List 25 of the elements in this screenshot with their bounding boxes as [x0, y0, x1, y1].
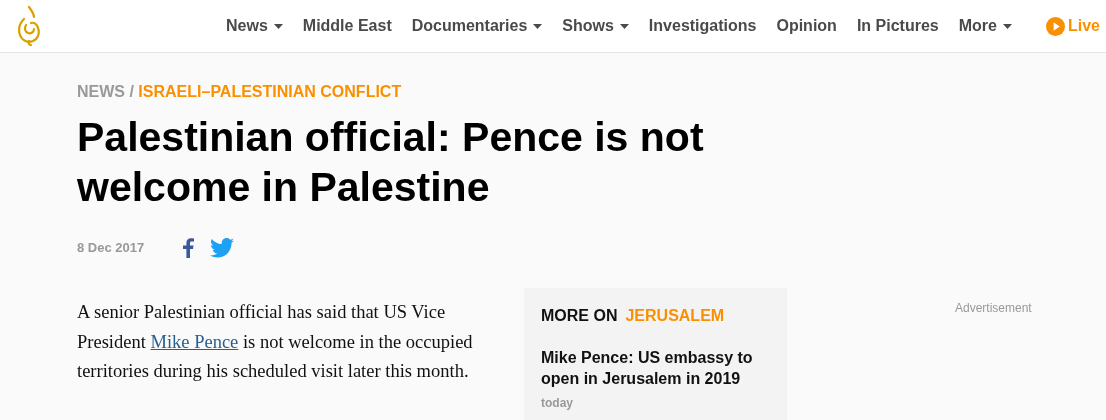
- bird-icon[interactable]: [210, 238, 235, 258]
- publish-date: 8 Dec 2017: [77, 239, 145, 258]
- nav-link[interactable]: Investigations: [638, 14, 767, 38]
- nav-link[interactable]: More: [948, 14, 1022, 38]
- story-time: today: [541, 396, 573, 410]
- nav-link[interactable]: News: [216, 14, 293, 38]
- advertisement-label: Advertisement: [955, 301, 1032, 315]
- headline: Palestinian official: Pence is not welcome in Palestine: [77, 113, 705, 212]
- story-link[interactable]: Mike Pence: US embassy to open in Jerusalem in 2019: [541, 347, 770, 389]
- caret-icon: [619, 23, 629, 29]
- caret-icon: [273, 23, 283, 29]
- play-icon: [1045, 16, 1065, 36]
- section-label: MORE ON: [541, 307, 618, 324]
- breadcrumb-separator: /: [129, 83, 134, 100]
- caret-icon: [1002, 23, 1012, 29]
- article-link[interactable]: Mike Pence: [150, 331, 239, 352]
- caret-icon: [533, 23, 543, 29]
- logo-icon[interactable]: [17, 5, 41, 47]
- nav-link[interactable]: Documentaries: [401, 14, 553, 38]
- nav-link[interactable]: Middle East: [292, 14, 402, 38]
- facebook-icon[interactable]: [183, 238, 195, 258]
- nav-link[interactable]: In Pictures: [846, 14, 949, 38]
- article-paragraph: A senior Palestinian official has said that US Vice President Mike Pence is not welcome in the occupied territories during his scheduled visit later this month.: [77, 301, 474, 383]
- nav-link[interactable]: Opinion: [766, 14, 847, 38]
- nav-link[interactable]: Shows: [552, 14, 639, 38]
